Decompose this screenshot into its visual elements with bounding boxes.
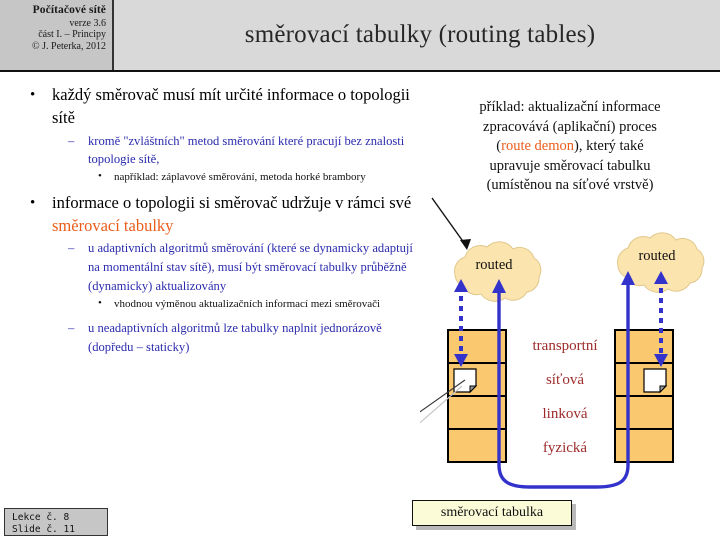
slide-number: Slide č. 11 bbox=[12, 523, 75, 535]
cloud-right-label: routed bbox=[638, 248, 676, 264]
bullet-1-1-1-text: například: záplavové směrování, metoda h… bbox=[114, 171, 366, 184]
layer-label-0: transportní bbox=[533, 338, 598, 354]
line3-tail: ), který také bbox=[574, 138, 644, 155]
course-title: Počítačové sítě bbox=[32, 4, 106, 16]
bullet-2-1-text: u adaptivních algoritmů směrování (které… bbox=[88, 241, 413, 294]
slide-header: Počítačové sítě verze 3.6 část I. – Prin… bbox=[0, 0, 720, 72]
bullet-item-1-1-1: • například: záplavové směrování, metoda… bbox=[88, 170, 414, 186]
lecture-slide-box: Lekce č. 8 Slide č. 11 bbox=[4, 508, 108, 536]
small-bullet-dot-icon: • bbox=[98, 170, 102, 183]
routing-table-doc-icon-right bbox=[643, 368, 668, 394]
course-part: část I. – Principy bbox=[38, 29, 106, 41]
route-demon-highlight: route demon bbox=[501, 138, 575, 155]
protocol-stack-right bbox=[614, 329, 674, 463]
example-note-line-2: zpracovává (aplikační) proces bbox=[483, 118, 657, 135]
content-body: • každý směrovač musí mít určité informa… bbox=[14, 84, 414, 359]
bullet-1-1-text: kromě "zvláštních" metod směrování které… bbox=[88, 133, 405, 167]
dash-bullet-icon: – bbox=[68, 133, 75, 148]
protocol-stack-left bbox=[447, 329, 507, 463]
layer-labels: transportní síťová linková fyzická bbox=[533, 338, 598, 456]
bullet-dot-icon: • bbox=[30, 194, 36, 211]
routing-diagram: routed routed transportní síťová linková… bbox=[420, 190, 720, 540]
page-title: směrovací tabulky (routing tables) bbox=[244, 21, 596, 48]
bullet-item-1: • každý směrovač musí mít určité informa… bbox=[14, 84, 414, 186]
note-to-cloud-arrow bbox=[431, 197, 471, 250]
lecture-number: Lekce č. 8 bbox=[12, 512, 70, 523]
bullet-list: • každý směrovač musí mít určité informa… bbox=[14, 84, 414, 357]
slide-canvas: Počítačové sítě verze 3.6 část I. – Prin… bbox=[0, 0, 720, 540]
course-info-box: Počítačové sítě verze 3.6 část I. – Prin… bbox=[0, 0, 114, 70]
bullet-2-text: informace o topologii si směrovač udržuj… bbox=[52, 192, 412, 212]
layer-label-2: linková bbox=[543, 406, 588, 422]
bullet-item-2-1-1: • vhodnou výměnou aktualizačních informa… bbox=[88, 297, 414, 313]
bullet-item-1-1: – kromě "zvláštních" metod směrování kte… bbox=[52, 132, 414, 186]
example-note: příklad: aktualizační informace zpracová… bbox=[430, 98, 710, 196]
layer-label-3: fyzická bbox=[543, 440, 587, 456]
course-copyright: © J. Peterka, 2012 bbox=[32, 41, 106, 53]
network-link-curve bbox=[497, 464, 630, 489]
bullet-item-2-1: – u adaptivních algoritmů směrování (kte… bbox=[52, 239, 414, 312]
routing-table-callout-label: směrovací tabulka bbox=[440, 505, 544, 520]
bullet-2-highlight: směrovací tabulky bbox=[52, 215, 174, 235]
course-version: verze 3.6 bbox=[69, 17, 106, 29]
bullet-2-1-sublist: • vhodnou výměnou aktualizačních informa… bbox=[88, 297, 414, 313]
bullet-item-2-2: – u neadaptivních algoritmů lze tabulky … bbox=[52, 319, 414, 357]
bullet-dot-icon: • bbox=[30, 87, 36, 103]
bullet-2-1-1-text: vhodnou výměnou aktualizačních informací… bbox=[114, 298, 381, 311]
bullet-item-2: • informace o topologii si směrovač udrž… bbox=[14, 192, 414, 357]
cloud-left-label: routed bbox=[475, 257, 513, 273]
dash-bullet-icon: – bbox=[68, 241, 75, 256]
bullet-1-text: každý směrovač musí mít určité informace… bbox=[52, 85, 410, 127]
example-note-line-3: (route demon), který také bbox=[430, 137, 710, 157]
small-bullet-dot-icon: • bbox=[98, 297, 102, 310]
example-note-line-4: upravuje směrovací tabulku bbox=[489, 157, 651, 174]
bullet-1-sublist: – kromě "zvláštních" metod směrování kte… bbox=[52, 132, 414, 186]
layer-label-1: síťová bbox=[546, 372, 584, 388]
dash-bullet-icon: – bbox=[68, 320, 75, 335]
routing-table-callout-box: směrovací tabulka bbox=[412, 500, 572, 526]
bullet-1-1-sublist: • například: záplavové směrování, metoda… bbox=[88, 170, 414, 186]
bullet-2-sublist: – u adaptivních algoritmů směrování (kte… bbox=[52, 239, 414, 356]
bullet-2-2-text: u neadaptivních algoritmů lze tabulky na… bbox=[88, 320, 382, 354]
example-note-line-1: příklad: aktualizační informace bbox=[479, 99, 661, 115]
